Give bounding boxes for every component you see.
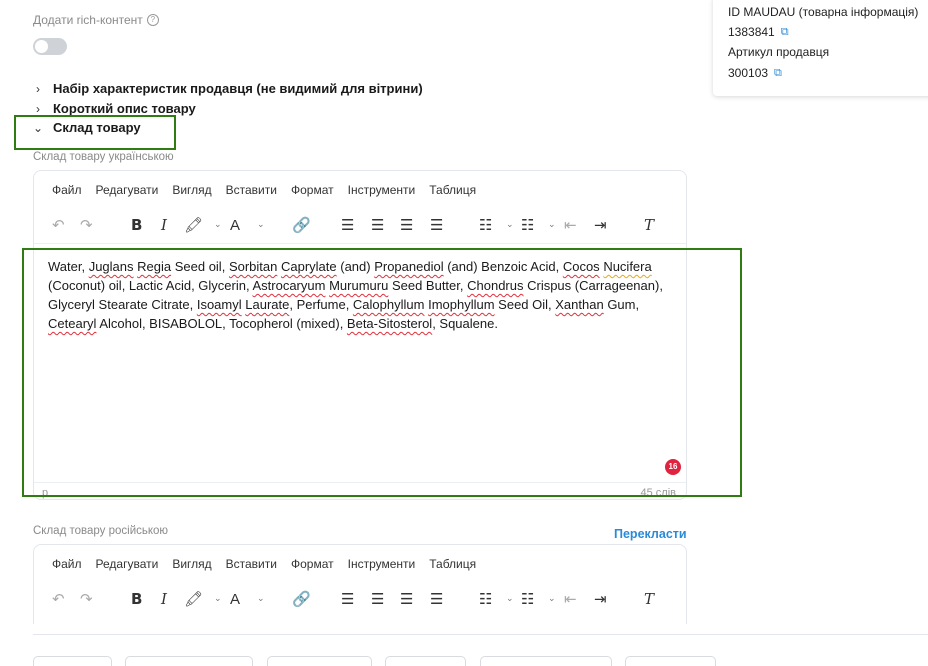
menu-item[interactable]: Формат — [291, 183, 334, 197]
footer-button[interactable] — [125, 656, 253, 666]
outdent-icon[interactable]: ⇤ — [564, 591, 577, 608]
numbered-list-icon[interactable]: ☷ — [521, 591, 534, 608]
numbered-list-icon[interactable]: ☷ — [521, 217, 534, 234]
italic-icon[interactable]: I — [161, 217, 167, 234]
redo-icon[interactable]: ↷ — [80, 217, 93, 234]
rich-content-toggle[interactable] — [33, 38, 67, 55]
ru-editor-label: Склад товару російською — [33, 525, 169, 537]
justify-icon[interactable]: ☰ — [430, 591, 443, 608]
translate-link[interactable]: Перекласти — [614, 527, 687, 541]
rich-content-label: Додати rich-контент ? — [33, 13, 159, 27]
menu-item[interactable]: Файл — [52, 183, 82, 197]
footer-button[interactable] — [385, 656, 466, 666]
menu-item[interactable]: Таблиця — [429, 183, 476, 197]
chevron-down-icon[interactable]: ⌄ — [214, 593, 222, 604]
highlight-icon[interactable]: 🖍 — [184, 217, 203, 234]
font-color-icon[interactable]: A — [230, 591, 240, 608]
ru-rich-text-editor[interactable]: Файл Редагувати Вигляд Вставити Формат Інстру… — [33, 544, 687, 624]
menu-item[interactable]: Інструменти — [348, 557, 416, 571]
indent-icon[interactable]: ⇥ — [594, 217, 607, 234]
undo-icon[interactable]: ↶ — [52, 591, 65, 608]
bullet-list-icon[interactable]: ☷ — [479, 591, 492, 608]
section-short-description[interactable]: › Короткий опис товару — [33, 101, 196, 116]
menu-item[interactable]: Інструменти — [348, 183, 416, 197]
footer-divider — [33, 634, 928, 635]
chevron-down-icon[interactable]: ⌄ — [506, 593, 514, 604]
chevron-down-icon[interactable]: ⌄ — [548, 219, 556, 230]
maudau-id-label: ID MAUDAU (товарна інформація) — [728, 5, 919, 19]
maudau-id-row: 1383841 ⧉ — [728, 25, 789, 39]
indent-icon[interactable]: ⇥ — [594, 591, 607, 608]
outdent-icon[interactable]: ⇤ — [564, 217, 577, 234]
chevron-down-icon[interactable]: ⌄ — [506, 219, 514, 230]
section-seller-features[interactable]: › Набір характеристик продавця (не видим… — [33, 81, 423, 96]
chevron-right-icon: › — [36, 81, 40, 96]
footer-button[interactable] — [625, 656, 716, 666]
bullet-list-icon[interactable]: ☷ — [479, 217, 492, 234]
chevron-right-icon: › — [36, 101, 40, 116]
chevron-down-icon[interactable]: ⌄ — [214, 219, 222, 230]
product-info-card: ID MAUDAU (товарна інформація) 1383841 ⧉… — [713, 0, 928, 96]
link-icon[interactable]: 🔗 — [292, 217, 311, 234]
seller-article-value: 300103 — [728, 66, 769, 80]
uk-editor-label: Склад товару українською — [33, 151, 174, 163]
seller-article-label: Артикул продавця — [728, 45, 830, 59]
menu-item[interactable]: Вигляд — [172, 183, 211, 197]
highlight-icon[interactable]: 🖍 — [184, 591, 203, 608]
editor-menubar: Файл Редагувати Вигляд Вставити Формат Інстру… — [34, 545, 686, 583]
toolbar-divider — [34, 243, 686, 244]
align-center-icon[interactable]: ☰ — [371, 591, 384, 608]
font-color-icon[interactable]: A — [230, 217, 240, 234]
chevron-down-icon[interactable]: ⌄ — [548, 593, 556, 604]
bold-icon[interactable]: B — [131, 591, 142, 608]
chevron-down-icon[interactable]: ⌄ — [257, 593, 265, 604]
maudau-id-value: 1383841 — [728, 25, 775, 39]
align-center-icon[interactable]: ☰ — [371, 217, 384, 234]
menu-item[interactable]: Формат — [291, 557, 334, 571]
menu-item[interactable]: Вигляд — [172, 557, 211, 571]
editor-toolbar: ↶ ↷ B I 🖍 A 🔗 ☰ ☰ ☰ ☰ ☷ ☷ ⇤ ⇥ T ⌄ ⌄ ⌄ ⌄ — [34, 583, 686, 617]
help-icon[interactable]: ? — [146, 14, 159, 26]
menu-item[interactable]: Редагувати — [96, 557, 159, 571]
align-right-icon[interactable]: ☰ — [400, 591, 413, 608]
menu-item[interactable]: Вставити — [226, 183, 277, 197]
link-icon[interactable]: 🔗 — [292, 591, 311, 608]
chevron-down-icon[interactable]: ⌄ — [257, 219, 265, 230]
menu-item[interactable]: Вставити — [226, 557, 277, 571]
copy-icon[interactable]: ⧉ — [774, 67, 782, 80]
redo-icon[interactable]: ↷ — [80, 591, 93, 608]
clear-format-icon[interactable]: T — [644, 591, 654, 608]
footer-button[interactable] — [33, 656, 112, 666]
menu-item[interactable]: Файл — [52, 557, 82, 571]
footer-button[interactable] — [267, 656, 372, 666]
seller-article-row: 300103 ⧉ — [728, 66, 782, 80]
section-title: Короткий опис товару — [53, 101, 196, 116]
italic-icon[interactable]: I — [161, 591, 167, 608]
menu-item[interactable]: Редагувати — [96, 183, 159, 197]
align-right-icon[interactable]: ☰ — [400, 217, 413, 234]
highlight-box — [22, 248, 742, 497]
undo-icon[interactable]: ↶ — [52, 217, 65, 234]
align-left-icon[interactable]: ☰ — [341, 591, 354, 608]
toggle-knob — [35, 40, 48, 53]
copy-icon[interactable]: ⧉ — [781, 26, 789, 39]
clear-format-icon[interactable]: T — [644, 217, 654, 234]
rich-content-label-text: Додати rich-контент — [33, 13, 143, 27]
footer-button[interactable] — [480, 656, 612, 666]
section-title: Набір характеристик продавця (не видимий… — [53, 81, 423, 96]
menu-item[interactable]: Таблиця — [429, 557, 476, 571]
bold-icon[interactable]: B — [131, 217, 142, 234]
editor-toolbar: ↶ ↷ B I 🖍 A 🔗 ☰ ☰ ☰ ☰ ☷ ☷ ⇤ ⇥ T ⌄ ⌄ ⌄ ⌄ — [34, 209, 686, 243]
editor-menubar: Файл Редагувати Вигляд Вставити Формат Інстру… — [34, 171, 686, 209]
align-left-icon[interactable]: ☰ — [341, 217, 354, 234]
justify-icon[interactable]: ☰ — [430, 217, 443, 234]
highlight-box — [14, 115, 176, 150]
